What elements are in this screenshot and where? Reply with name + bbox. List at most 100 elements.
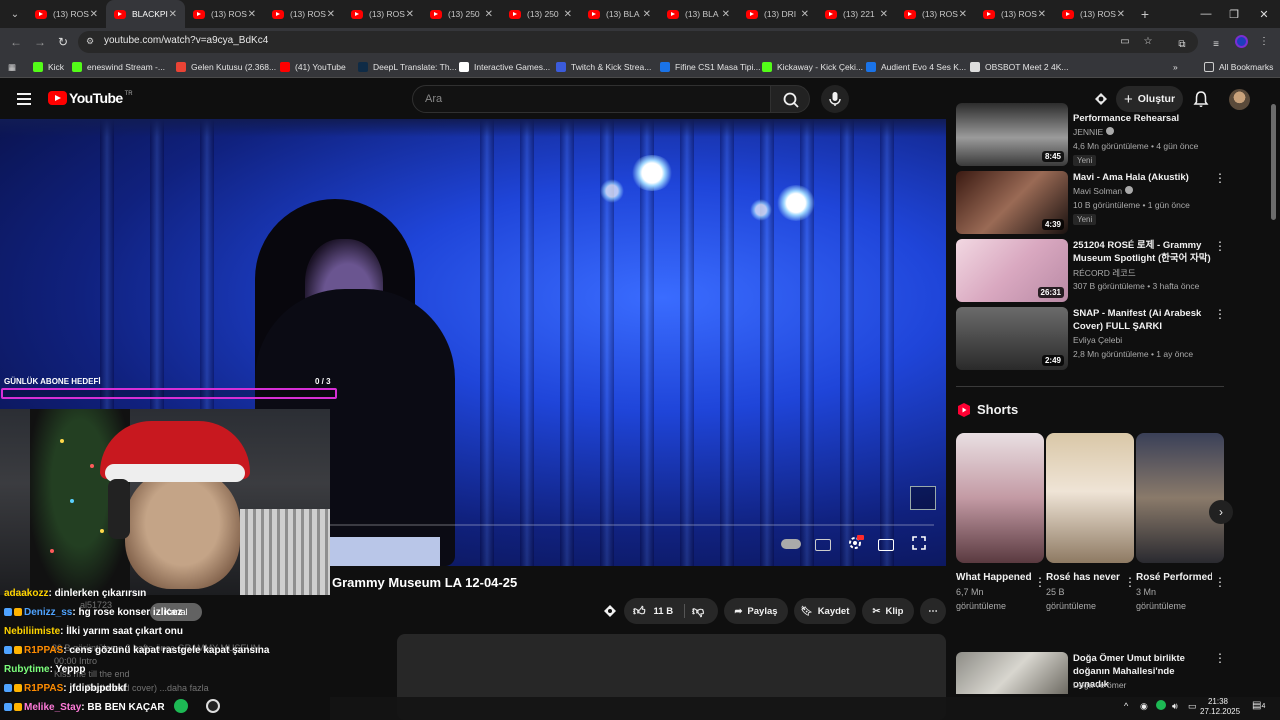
browser-tab[interactable]: BLACKPI ✕ [106,0,185,28]
close-tab-icon[interactable]: ✕ [169,9,177,20]
voice-search-button[interactable] [821,85,849,113]
theater-mode-icon[interactable] [878,539,894,551]
all-bookmarks-link[interactable]: All Bookmarks [1204,60,1273,74]
close-tab-icon[interactable]: ✕ [248,9,256,20]
reading-list-icon[interactable]: ≡ [1210,39,1222,51]
bookmark-item[interactable]: Fifine CS1 Masa Tipi... [660,60,761,74]
recommendation-channel[interactable]: Doğa ve ömer [1073,680,1126,690]
autoplay-toggle[interactable] [781,539,801,549]
youtube-logo[interactable]: YouTube TR [48,90,133,106]
volume-icon[interactable]: 🔊︎ [1172,701,1178,712]
more-vert-icon[interactable]: ⋮ [1214,172,1226,184]
channel-watermark[interactable] [910,486,936,510]
obs-icon[interactable] [206,699,220,713]
new-tab-button[interactable]: + [1133,6,1157,22]
short-title[interactable]: Rosé Performed ... [1136,571,1212,585]
browser-tab[interactable]: (13) 250 ✕ [501,0,580,28]
browser-tab[interactable]: (13) ROS ✕ [343,0,422,28]
close-tab-icon[interactable]: ✕ [1038,9,1046,20]
close-tab-icon[interactable]: ✕ [485,9,493,20]
recommendation-channel[interactable]: Mavi Solman [1073,186,1133,196]
short-thumbnail[interactable] [956,433,1044,563]
recommendation-title[interactable]: 251204 ROSÉ 로제 - Grammy Museum Spotlight… [1073,239,1211,265]
browser-tab[interactable]: (13) ROS ✕ [896,0,975,28]
recommendation-thumbnail[interactable]: 8:45 [956,103,1068,166]
more-bookmarks-chevron-icon[interactable]: » [1173,60,1178,74]
apps-grid-icon[interactable]: ▦ [8,60,16,74]
extension-icon[interactable] [1092,90,1110,108]
short-item[interactable]: Rosé Performed ... 3 Mn görüntüleme ⋮ [1136,433,1226,613]
more-vert-icon[interactable]: ⋮ [1124,575,1136,589]
recommendation-channel[interactable]: RÉCORD 레코드 [1073,267,1136,279]
clip-button[interactable]: ✂ Klip [862,598,914,624]
close-tab-icon[interactable]: ✕ [406,9,414,20]
bookmark-item[interactable]: Gelen Kutusu (2.368... [176,60,276,74]
browser-tab[interactable]: (13) 221 ✕ [817,0,896,28]
network-icon[interactable]: ▭ [1188,701,1197,712]
discord-icon[interactable]: ◉ [1140,701,1148,712]
bookmark-item[interactable]: Kick [33,60,64,74]
more-vert-icon[interactable]: ⋮ [1214,240,1226,252]
bookmark-item[interactable]: eneswind Stream -... [72,60,165,74]
install-app-icon[interactable]: ▭ [1119,36,1131,48]
browser-tab[interactable]: (13) ROS ✕ [1054,0,1133,28]
video-progress-bar[interactable] [330,524,934,526]
short-title[interactable]: Rosé has never tried ... [1046,571,1122,585]
bookmark-item[interactable]: Twitch & Kick Strea... [556,60,651,74]
subtitles-icon[interactable] [815,539,831,551]
like-count[interactable]: 11 B [654,606,674,617]
more-vert-icon[interactable]: ⋮ [1214,575,1226,589]
browser-tab[interactable]: (13) 250 ✕ [422,0,501,28]
search-button[interactable] [770,85,810,113]
search-input[interactable]: Ara [412,85,771,113]
thumbs-up-icon[interactable]: 👍︎ [633,604,646,619]
spotify-tray-icon[interactable] [1156,700,1166,710]
profile-avatar[interactable] [1235,35,1248,48]
bookmark-item[interactable]: DeepL Translate: Th... [358,60,457,74]
url-text[interactable]: youtube.com/watch?v=a9cya_BdKc4 [104,35,268,46]
sparkle-icon[interactable] [602,603,618,619]
fullscreen-icon[interactable] [910,534,928,552]
forward-arrow-icon[interactable]: → [32,34,48,50]
notification-center-icon[interactable]: ▤4 [1252,700,1265,711]
create-button[interactable]: + Oluştur [1116,86,1183,112]
recommendation-title[interactable]: Performance Rehearsal [1073,112,1211,125]
browser-tab[interactable]: (13) ROS ✕ [975,0,1054,28]
recommendation-channel[interactable]: JENNIE [1073,127,1114,137]
short-thumbnail[interactable] [1136,433,1224,563]
recommendation-channel[interactable]: Evliya Çelebi [1073,335,1122,345]
browser-tab[interactable]: (13) ROS ✕ [185,0,264,28]
close-window-button[interactable]: ✕ [1246,0,1280,28]
hamburger-menu-icon[interactable] [17,93,31,105]
recommendation-thumbnail[interactable]: 4:39 [956,171,1068,234]
bookmark-star-icon[interactable]: ☆ [1142,36,1154,48]
close-tab-icon[interactable]: ✕ [1117,9,1125,20]
page-scrollbar[interactable] [1271,104,1276,220]
close-tab-icon[interactable]: ✕ [959,9,967,20]
short-thumbnail[interactable] [1046,433,1134,563]
browser-tab[interactable]: (13) DRI ✕ [738,0,817,28]
browser-menu-icon[interactable]: ⋮ [1258,36,1270,48]
settings-gear-icon[interactable] [846,534,864,552]
spotify-icon[interactable] [174,699,188,713]
close-tab-icon[interactable]: ✕ [327,9,335,20]
recommendation-title[interactable]: Mavi - Ama Hala (Akustik) [1073,171,1211,184]
browser-tab[interactable]: (13) BLA ✕ [659,0,738,28]
bookmark-item[interactable]: Interactive Games... [459,60,550,74]
taskbar-clock[interactable]: 21:38 27.12.2025 [1200,697,1240,717]
more-actions-button[interactable]: ⋯ [920,598,946,624]
browser-tab[interactable]: (13) ROS ✕ [27,0,106,28]
close-tab-icon[interactable]: ✕ [880,9,888,20]
account-avatar[interactable] [1229,89,1250,110]
share-button[interactable]: ➦ Paylaş [724,598,788,624]
thumbs-down-icon[interactable]: 👎︎ [692,604,704,619]
extensions-icon[interactable]: ⧉ [1176,39,1188,51]
save-button[interactable]: 🔖︎ Kaydet [794,598,856,624]
browser-tab[interactable]: (13) ROS ✕ [264,0,343,28]
close-tab-icon[interactable]: ✕ [643,9,651,20]
more-vert-icon[interactable]: ⋮ [1214,308,1226,320]
close-tab-icon[interactable]: ✕ [722,9,730,20]
more-vert-icon[interactable]: ⋮ [1214,652,1226,664]
close-tab-icon[interactable]: ✕ [801,9,809,20]
shorts-next-chevron-icon[interactable]: › [1209,500,1233,524]
